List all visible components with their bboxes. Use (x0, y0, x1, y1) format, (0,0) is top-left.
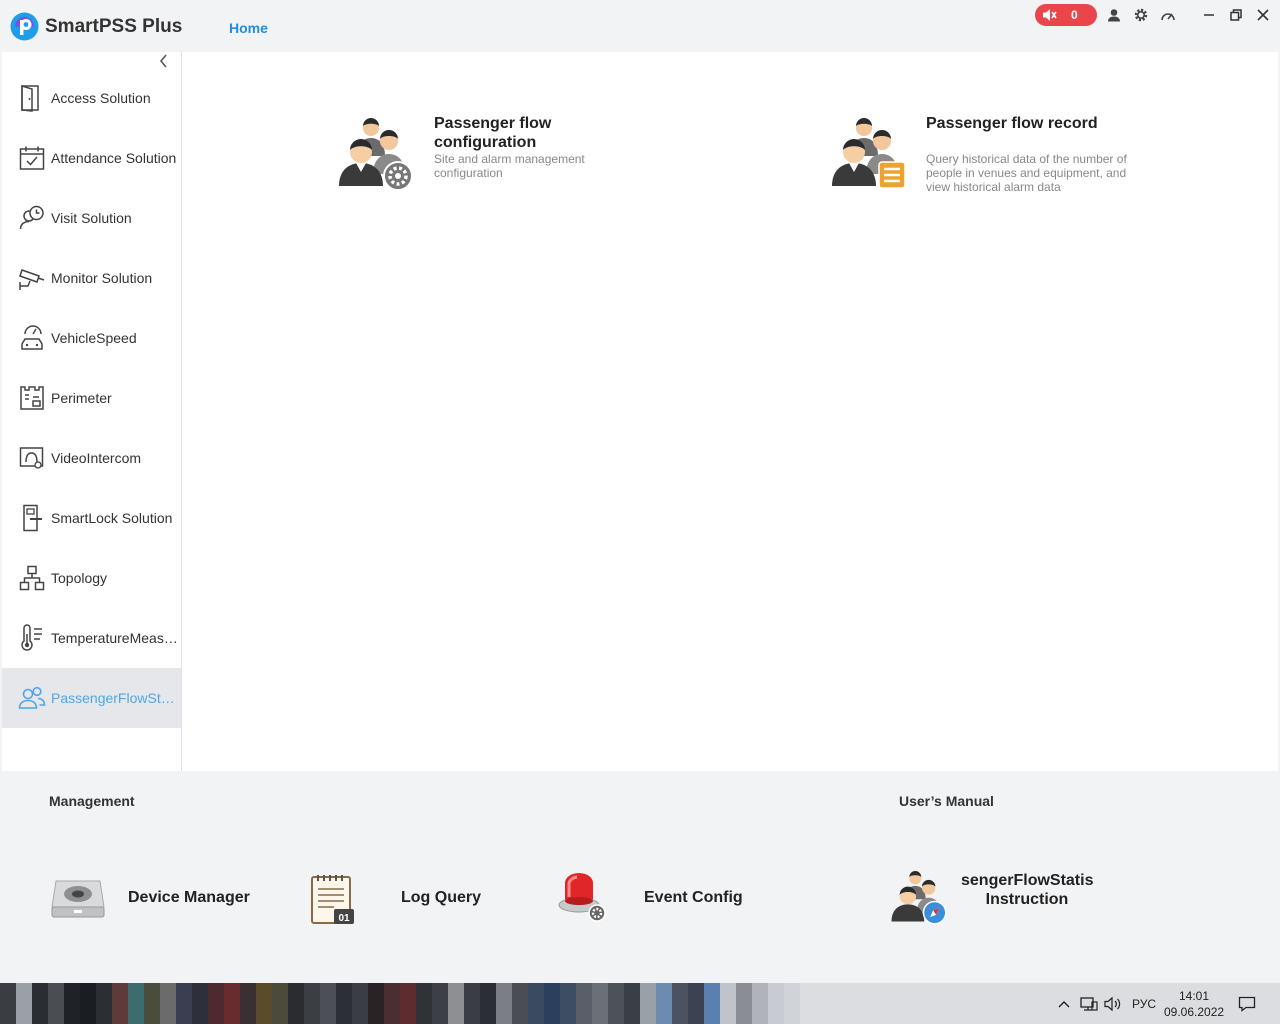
app-logo-icon (10, 12, 39, 41)
sidebar-item-attendance-solution[interactable]: Attendance Solution (2, 128, 181, 188)
volume-icon[interactable] (1104, 983, 1122, 1024)
passenger-flow-configuration-card[interactable]: Passenger flow configuration Site and al… (335, 112, 755, 202)
language-indicator[interactable]: РУС (1132, 983, 1156, 1024)
sidebar-item-access-solution[interactable]: Access Solution (2, 68, 181, 128)
performance-gauge-icon[interactable] (1159, 6, 1177, 24)
show-hidden-icons-chevron-icon[interactable] (1057, 983, 1071, 1024)
network-icon[interactable] (1080, 983, 1098, 1024)
taskbar: РУС 14:01 09.06.2022 (0, 983, 1280, 1024)
tool-label: Event Config (644, 889, 743, 906)
sidebar-item-label: Perimeter (51, 390, 112, 406)
close-icon[interactable] (1254, 6, 1272, 24)
calendar-check-icon (18, 144, 46, 172)
sidebar-item-temperature-measurement[interactable]: TemperatureMeasurement (2, 608, 181, 668)
sidebar-item-video-intercom[interactable]: VideoIntercom (2, 428, 181, 488)
people-settings-icon (339, 118, 413, 191)
log-query-button[interactable]: 01 Log Query (308, 871, 508, 926)
topology-icon (18, 564, 46, 592)
speaker-mute-icon (1043, 9, 1057, 21)
sidebar-item-label: Topology (51, 570, 108, 586)
blurred-taskbar-apps (0, 983, 800, 1024)
sidebar-item-vehicle-speed[interactable]: VehicleSpeed (2, 308, 181, 368)
management-section-title: Management (49, 793, 135, 809)
sidebar-item-label: TemperatureMeasurement (51, 630, 179, 646)
sidebar-item-passenger-flow-statistics[interactable]: PassengerFlowStatistics (2, 668, 181, 728)
sidebar-item-label: Attendance Solution (51, 150, 177, 166)
clock-date: 09.06.2022 (1164, 1005, 1225, 1019)
system-clock[interactable]: 14:01 09.06.2022 (1164, 988, 1224, 1020)
card-title: Passenger flow configuration (434, 115, 552, 151)
sidebar-item-label: PassengerFlowStatistics (51, 690, 179, 706)
main-content: Passenger flow configuration Site and al… (182, 52, 1278, 771)
bottom-panel: Management User’s Manual Device Manager … (0, 771, 1280, 983)
minimize-icon[interactable] (1200, 6, 1218, 24)
alarm-count: 0 (1071, 8, 1078, 22)
sidebar-item-label: VehicleSpeed (51, 330, 137, 346)
event-config-button[interactable]: Event Config (555, 867, 765, 927)
sidebar-item-perimeter[interactable]: Perimeter (2, 368, 181, 428)
sidebar: Access Solution Attendance Solution Visi… (2, 52, 182, 771)
svg-text:01: 01 (338, 913, 350, 924)
smartlock-icon (18, 504, 46, 532)
clock-time: 14:01 (1178, 989, 1210, 1003)
user-icon[interactable] (1105, 6, 1123, 24)
manual-line-1: sengerFlowStatis (961, 872, 1094, 889)
device-manager-button[interactable]: Device Manager (50, 871, 270, 926)
car-speed-icon (18, 324, 46, 352)
restore-window-icon[interactable] (1227, 6, 1245, 24)
sidebar-item-smartlock-solution[interactable]: SmartLock Solution (2, 488, 181, 548)
card-title: Passenger flow record (926, 115, 1098, 132)
passenger-flow-record-card[interactable]: Passenger flow record Query historical d… (828, 112, 1248, 202)
sidebar-item-label: VideoIntercom (51, 450, 142, 466)
title-bar: SmartPSS Plus Home 0 (0, 0, 1280, 52)
app-title: SmartPSS Plus (45, 16, 183, 37)
intercom-icon (18, 444, 46, 472)
visitor-clock-icon (18, 204, 46, 232)
sidebar-item-label: Access Solution (51, 90, 151, 106)
door-icon (18, 84, 46, 112)
users-manual-section-title: User’s Manual (899, 793, 994, 809)
card-description: Site and alarm management configuration (434, 152, 585, 180)
sidebar-item-visit-solution[interactable]: Visit Solution (2, 188, 181, 248)
tool-label: Log Query (401, 889, 482, 906)
tab-home[interactable]: Home (229, 20, 268, 36)
tool-label: Device Manager (128, 889, 250, 906)
alarm-button[interactable]: 0 (1035, 4, 1097, 26)
manual-line-2: Instruction (985, 891, 1069, 908)
card-description: Query historical data of the number of p… (926, 152, 1127, 194)
people-icon (18, 684, 46, 712)
thermometer-icon (18, 624, 46, 652)
device-manager-icon (51, 880, 105, 918)
sidebar-item-label: SmartLock Solution (51, 510, 173, 526)
perimeter-icon (18, 384, 46, 412)
camera-icon (18, 264, 46, 292)
people-compass-icon (891, 870, 947, 925)
passenger-flow-manual-button[interactable]: sengerFlowStatis Instruction (890, 866, 1120, 928)
sidebar-item-label: Visit Solution (51, 210, 132, 226)
notification-center-icon[interactable] (1238, 983, 1256, 1024)
event-alarm-light-icon (558, 873, 606, 922)
settings-gear-icon[interactable] (1132, 6, 1150, 24)
sidebar-item-topology[interactable]: Topology (2, 548, 181, 608)
sidebar-item-monitor-solution[interactable]: Monitor Solution (2, 248, 181, 308)
log-query-icon: 01 (311, 875, 354, 924)
people-record-icon (832, 118, 906, 189)
sidebar-item-label: Monitor Solution (51, 270, 153, 286)
